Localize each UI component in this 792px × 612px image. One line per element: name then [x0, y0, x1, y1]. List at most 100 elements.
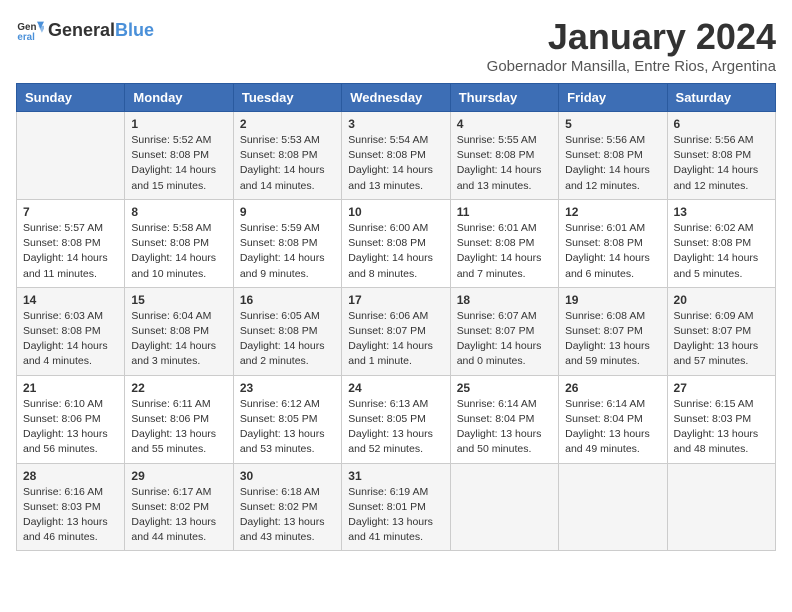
calendar-cell: 6 Sunrise: 5:56 AM Sunset: 8:08 PM Daylig…: [667, 112, 775, 200]
calendar-cell: 20Sunrise: 6:09 AM Sunset: 8:07 PM Dayli…: [667, 287, 775, 375]
calendar-cell: 5Sunrise: 5:56 AM Sunset: 8:08 PM Daylig…: [559, 112, 667, 200]
day-number: 30: [240, 469, 335, 483]
calendar-cell: 4 Sunrise: 5:55 AM Sunset: 8:08 PM Daylig…: [450, 112, 558, 200]
day-info: Sunrise: 5:56 AM Sunset: 8:08 PM Dayligh…: [565, 133, 660, 194]
day-info: Sunrise: 6:03 AM Sunset: 8:08 PM Dayligh…: [23, 309, 118, 370]
calendar-header-saturday: Saturday: [667, 84, 775, 112]
day-number: 13: [674, 205, 769, 219]
day-info: Sunrise: 5:59 AM Sunset: 8:08 PM Dayligh…: [240, 221, 335, 282]
calendar-cell: [17, 112, 125, 200]
calendar-cell: 3 Sunrise: 5:54 AM Sunset: 8:08 PM Daylig…: [342, 112, 450, 200]
day-info: Sunrise: 6:02 AM Sunset: 8:08 PM Dayligh…: [674, 221, 769, 282]
calendar-cell: [667, 463, 775, 551]
day-info: Sunrise: 6:12 AM Sunset: 8:05 PM Dayligh…: [240, 397, 335, 458]
day-info: Sunrise: 6:00 AM Sunset: 8:08 PM Dayligh…: [348, 221, 443, 282]
calendar-header-monday: Monday: [125, 84, 233, 112]
calendar-cell: 21Sunrise: 6:10 AM Sunset: 8:06 PM Dayli…: [17, 375, 125, 463]
day-number: 18: [457, 293, 552, 307]
calendar-table: SundayMondayTuesdayWednesdayThursdayFrid…: [16, 83, 776, 551]
day-number: 25: [457, 381, 552, 395]
day-info: Sunrise: 6:07 AM Sunset: 8:07 PM Dayligh…: [457, 309, 552, 370]
logo: Gen eral GeneralBlue: [16, 16, 154, 44]
day-number: 27: [674, 381, 769, 395]
day-number: 1: [131, 117, 226, 131]
day-number: 22: [131, 381, 226, 395]
calendar-cell: [450, 463, 558, 551]
calendar-cell: 28 Sunrise: 6:16 AM Sunset: 8:03 PM Dayli…: [17, 463, 125, 551]
calendar-week-5: 28 Sunrise: 6:16 AM Sunset: 8:03 PM Dayli…: [17, 463, 776, 551]
calendar-cell: 26 Sunrise: 6:14 AM Sunset: 8:04 PM Dayli…: [559, 375, 667, 463]
day-number: 9: [240, 205, 335, 219]
calendar-week-1: 1 Sunrise: 5:52 AM Sunset: 8:08 PM Daylig…: [17, 112, 776, 200]
day-number: 14: [23, 293, 118, 307]
calendar-header-friday: Friday: [559, 84, 667, 112]
calendar-cell: 9 Sunrise: 5:59 AM Sunset: 8:08 PM Daylig…: [233, 199, 341, 287]
calendar-cell: 31 Sunrise: 6:19 AM Sunset: 8:01 PM Dayli…: [342, 463, 450, 551]
day-number: 3: [348, 117, 443, 131]
day-info: Sunrise: 5:54 AM Sunset: 8:08 PM Dayligh…: [348, 133, 443, 194]
day-number: 10: [348, 205, 443, 219]
day-number: 12: [565, 205, 660, 219]
svg-text:eral: eral: [17, 32, 35, 43]
day-number: 17: [348, 293, 443, 307]
day-number: 7: [23, 205, 118, 219]
day-info: Sunrise: 6:05 AM Sunset: 8:08 PM Dayligh…: [240, 309, 335, 370]
calendar-cell: [559, 463, 667, 551]
title-block: January 2024 Gobernador Mansilla, Entre …: [487, 16, 776, 75]
calendar-header-sunday: Sunday: [17, 84, 125, 112]
calendar-week-3: 14 Sunrise: 6:03 AM Sunset: 8:08 PM Dayli…: [17, 287, 776, 375]
day-info: Sunrise: 6:15 AM Sunset: 8:03 PM Dayligh…: [674, 397, 769, 458]
calendar-header-thursday: Thursday: [450, 84, 558, 112]
day-info: Sunrise: 6:01 AM Sunset: 8:08 PM Dayligh…: [565, 221, 660, 282]
calendar-cell: 16 Sunrise: 6:05 AM Sunset: 8:08 PM Dayli…: [233, 287, 341, 375]
day-number: 15: [131, 293, 226, 307]
calendar-cell: 15 Sunrise: 6:04 AM Sunset: 8:08 PM Dayli…: [125, 287, 233, 375]
month-year-title: January 2024: [487, 16, 776, 58]
day-info: Sunrise: 5:52 AM Sunset: 8:08 PM Dayligh…: [131, 133, 226, 194]
day-number: 4: [457, 117, 552, 131]
calendar-cell: 30 Sunrise: 6:18 AM Sunset: 8:02 PM Dayli…: [233, 463, 341, 551]
day-info: Sunrise: 6:14 AM Sunset: 8:04 PM Dayligh…: [565, 397, 660, 458]
day-info: Sunrise: 5:55 AM Sunset: 8:08 PM Dayligh…: [457, 133, 552, 194]
day-info: Sunrise: 6:18 AM Sunset: 8:02 PM Dayligh…: [240, 485, 335, 546]
calendar-week-4: 21Sunrise: 6:10 AM Sunset: 8:06 PM Dayli…: [17, 375, 776, 463]
day-number: 31: [348, 469, 443, 483]
day-number: 19: [565, 293, 660, 307]
day-number: 6: [674, 117, 769, 131]
day-number: 26: [565, 381, 660, 395]
day-info: Sunrise: 6:08 AM Sunset: 8:07 PM Dayligh…: [565, 309, 660, 370]
day-number: 29: [131, 469, 226, 483]
calendar-cell: 1 Sunrise: 5:52 AM Sunset: 8:08 PM Daylig…: [125, 112, 233, 200]
calendar-cell: 19 Sunrise: 6:08 AM Sunset: 8:07 PM Dayli…: [559, 287, 667, 375]
logo-icon: Gen eral: [16, 16, 44, 44]
calendar-cell: 25Sunrise: 6:14 AM Sunset: 8:04 PM Dayli…: [450, 375, 558, 463]
day-info: Sunrise: 6:11 AM Sunset: 8:06 PM Dayligh…: [131, 397, 226, 458]
calendar-cell: 2Sunrise: 5:53 AM Sunset: 8:08 PM Daylig…: [233, 112, 341, 200]
day-info: Sunrise: 5:58 AM Sunset: 8:08 PM Dayligh…: [131, 221, 226, 282]
day-number: 16: [240, 293, 335, 307]
calendar-cell: 12 Sunrise: 6:01 AM Sunset: 8:08 PM Dayli…: [559, 199, 667, 287]
calendar-cell: 27 Sunrise: 6:15 AM Sunset: 8:03 PM Dayli…: [667, 375, 775, 463]
day-info: Sunrise: 6:04 AM Sunset: 8:08 PM Dayligh…: [131, 309, 226, 370]
day-info: Sunrise: 6:16 AM Sunset: 8:03 PM Dayligh…: [23, 485, 118, 546]
calendar-cell: 10 Sunrise: 6:00 AM Sunset: 8:08 PM Dayli…: [342, 199, 450, 287]
day-info: Sunrise: 5:57 AM Sunset: 8:08 PM Dayligh…: [23, 221, 118, 282]
day-info: Sunrise: 5:56 AM Sunset: 8:08 PM Dayligh…: [674, 133, 769, 194]
day-info: Sunrise: 5:53 AM Sunset: 8:08 PM Dayligh…: [240, 133, 335, 194]
logo-text: GeneralBlue: [48, 20, 154, 41]
day-info: Sunrise: 6:13 AM Sunset: 8:05 PM Dayligh…: [348, 397, 443, 458]
day-info: Sunrise: 6:19 AM Sunset: 8:01 PM Dayligh…: [348, 485, 443, 546]
calendar-cell: 7 Sunrise: 5:57 AM Sunset: 8:08 PM Daylig…: [17, 199, 125, 287]
location-subtitle: Gobernador Mansilla, Entre Rios, Argenti…: [487, 58, 776, 75]
calendar-cell: 22 Sunrise: 6:11 AM Sunset: 8:06 PM Dayli…: [125, 375, 233, 463]
day-number: 8: [131, 205, 226, 219]
calendar-cell: 13 Sunrise: 6:02 AM Sunset: 8:08 PM Dayli…: [667, 199, 775, 287]
calendar-cell: 29Sunrise: 6:17 AM Sunset: 8:02 PM Dayli…: [125, 463, 233, 551]
day-number: 23: [240, 381, 335, 395]
calendar-cell: 23 Sunrise: 6:12 AM Sunset: 8:05 PM Dayli…: [233, 375, 341, 463]
calendar-week-2: 7 Sunrise: 5:57 AM Sunset: 8:08 PM Daylig…: [17, 199, 776, 287]
calendar-cell: 18 Sunrise: 6:07 AM Sunset: 8:07 PM Dayli…: [450, 287, 558, 375]
calendar-cell: 24Sunrise: 6:13 AM Sunset: 8:05 PM Dayli…: [342, 375, 450, 463]
day-number: 11: [457, 205, 552, 219]
day-number: 28: [23, 469, 118, 483]
